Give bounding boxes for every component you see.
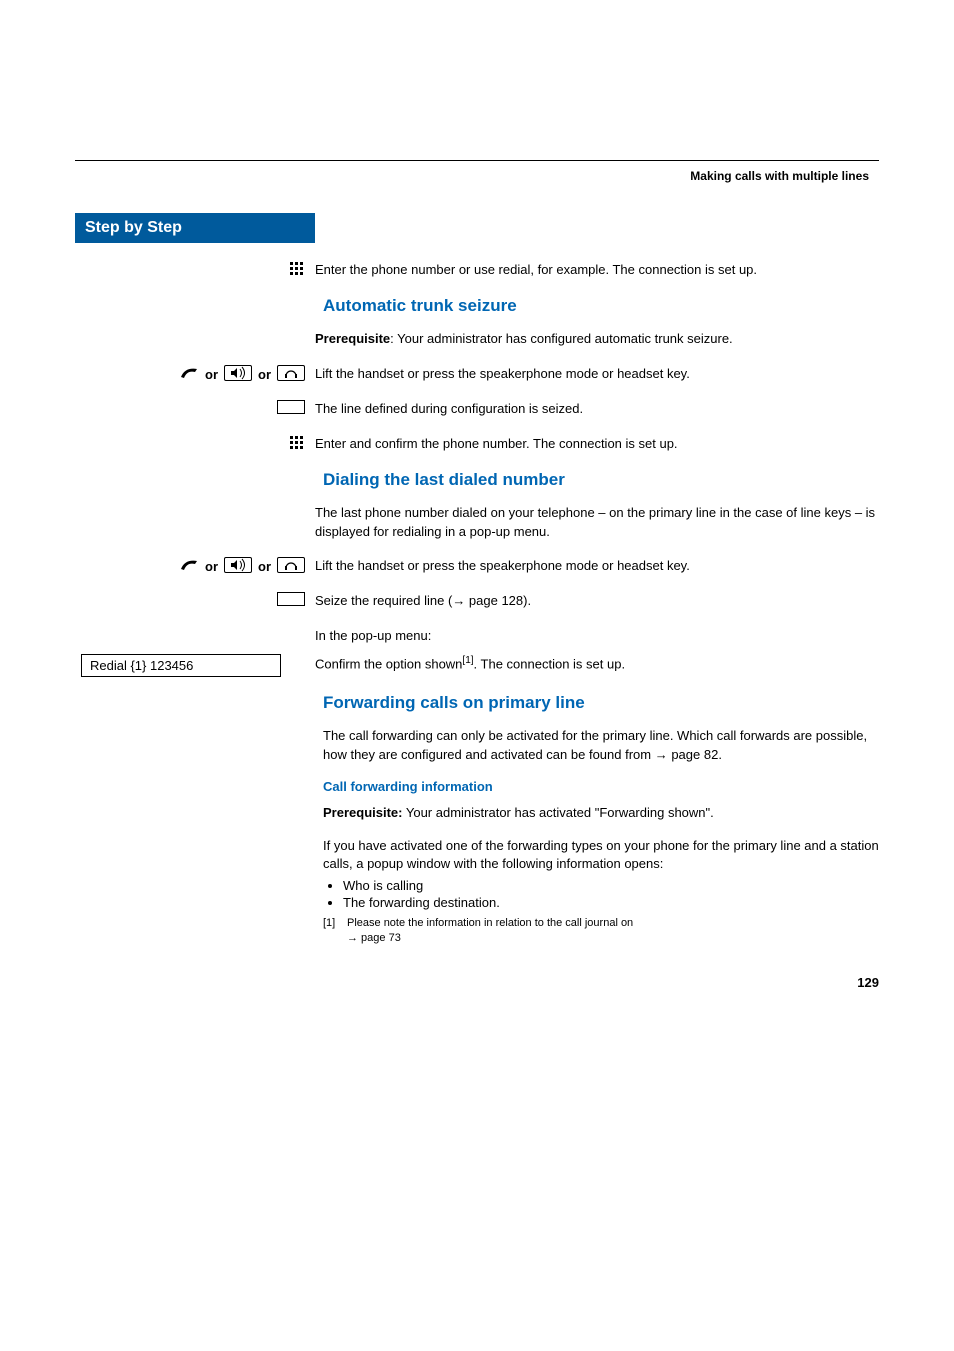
section-heading-redial: Dialing the last dialed number (323, 470, 879, 490)
or-label: or (258, 367, 271, 382)
header-rule (75, 160, 879, 161)
line-key-icon (277, 400, 305, 414)
footnote-ref-page: page 73 (358, 932, 401, 944)
page-number: 129 (75, 975, 879, 990)
prereq-forwarding: Prerequisite: Your administrator has act… (323, 804, 879, 823)
keypad-icon (289, 261, 305, 280)
headset-key-icon (277, 557, 305, 573)
or-label: or (258, 559, 271, 574)
redial-option-box: Redial {1} 123456 (81, 654, 281, 677)
running-header: Making calls with multiple lines (75, 169, 879, 183)
popup-menu-text: In the pop-up menu: (315, 627, 879, 646)
subheading-call-forwarding-info: Call forwarding information (323, 779, 879, 794)
line-defined-text: The line defined during configuration is… (315, 400, 879, 419)
or-label: or (205, 367, 218, 382)
headset-key-icon (277, 365, 305, 381)
document-page: Making calls with multiple lines Step by… (0, 0, 954, 1050)
arrow-icon: → (655, 747, 668, 762)
forwarding-description: The call forwarding can only be activate… (323, 727, 879, 765)
section-heading-forwarding: Forwarding calls on primary line (323, 693, 879, 713)
arrow-icon: → (347, 932, 358, 944)
footnote-number: [1] (323, 916, 341, 945)
line-key-icon (277, 592, 305, 606)
prereq-label: Prerequisite: (323, 805, 402, 820)
prereq-label: Prerequisite (315, 331, 390, 346)
handset-icon (179, 365, 199, 384)
speakerphone-key-icon (224, 365, 252, 381)
forwarding-info-list: Who is calling The forwarding destinatio… (323, 878, 879, 910)
seize-line-text: Seize the required line (→ page 128). (315, 592, 879, 611)
forwarding-popup-text: If you have activated one of the forward… (323, 837, 879, 875)
arrow-icon: → (452, 593, 465, 608)
footnote-text: Please note the information in relation … (347, 917, 633, 929)
lift-handset-text: Lift the handset or press the speakerpho… (315, 365, 879, 384)
speakerphone-key-icon (224, 557, 252, 573)
prereq-text: : Your administrator has configured auto… (390, 331, 733, 346)
footnote-ref: [1] (462, 655, 473, 666)
footnote: [1] Please note the information in relat… (323, 916, 879, 945)
lift-handset-text-2: Lift the handset or press the speakerpho… (315, 557, 879, 576)
or-label: or (205, 559, 218, 574)
section-heading-auto-trunk: Automatic trunk seizure (323, 296, 879, 316)
step-by-step-header: Step by Step (75, 213, 315, 243)
prereq-text: Your administrator has activated "Forwar… (402, 805, 713, 820)
list-item: The forwarding destination. (343, 895, 879, 910)
handset-icon (179, 557, 199, 576)
keypad-icon (289, 435, 305, 454)
enter-confirm-text: Enter and confirm the phone number. The … (315, 435, 879, 454)
redial-description: The last phone number dialed on your tel… (315, 504, 879, 542)
prereq-auto-trunk: Prerequisite: Your administrator has con… (315, 330, 879, 349)
confirm-option-text: Confirm the option shown[1]. The connect… (315, 654, 879, 674)
list-item: Who is calling (343, 878, 879, 893)
intro-text: Enter the phone number or use redial, fo… (315, 261, 879, 280)
